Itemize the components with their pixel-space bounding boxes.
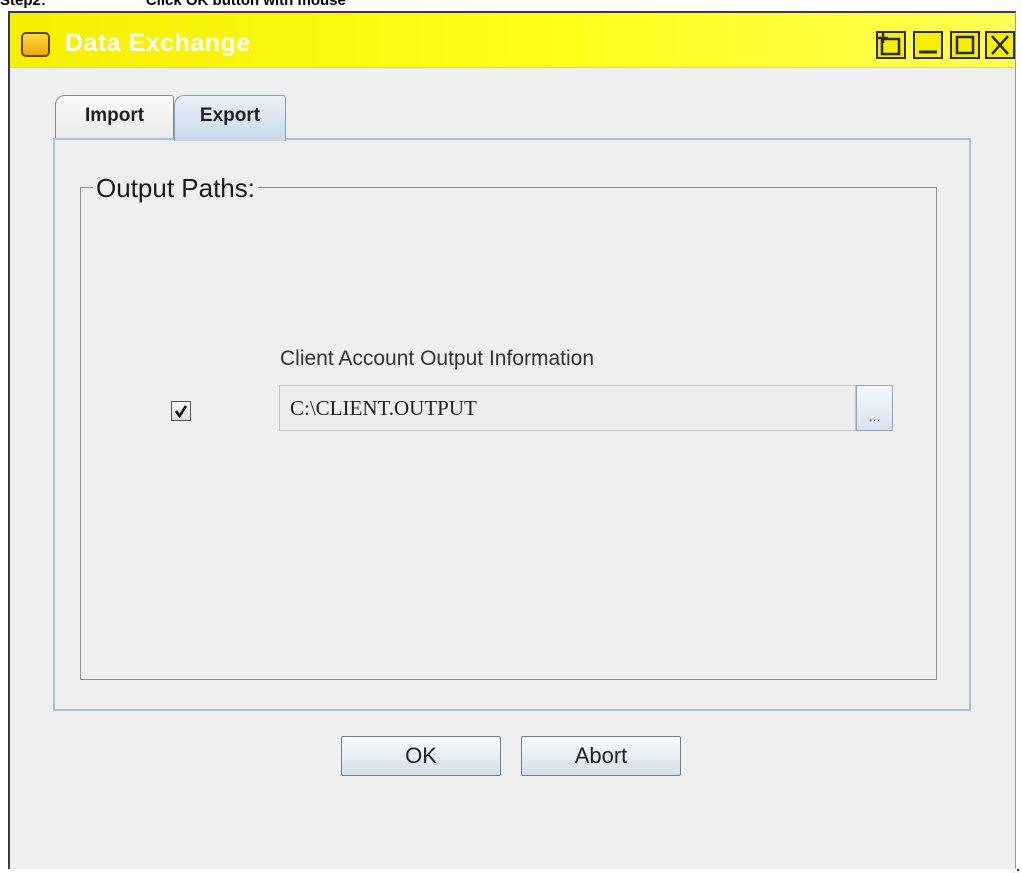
client-output-checkbox[interactable] — [171, 401, 191, 421]
maximize-button[interactable] — [950, 31, 980, 59]
resize-grip-icon[interactable] — [1012, 863, 1020, 873]
step-number: Step2: — [0, 0, 46, 8]
dock-icon — [878, 33, 904, 57]
client-account-output-label: Client Account Output Information — [280, 347, 595, 370]
browse-button[interactable]: ... — [856, 385, 893, 431]
tab-import[interactable]: Import — [55, 95, 174, 139]
ok-button[interactable]: OK — [341, 736, 501, 776]
checkmark-icon — [172, 402, 190, 420]
screenshot-root: Step2: Click OK button with mouse Data Ex… — [0, 0, 1022, 873]
tab-export[interactable]: Export — [174, 95, 286, 141]
app-icon — [21, 32, 50, 57]
maximize-icon — [952, 33, 978, 57]
output-paths-title: Output Paths: — [93, 172, 258, 204]
close-button[interactable] — [985, 31, 1015, 59]
minimize-icon — [915, 33, 941, 57]
step-instruction: Click OK button with mouse — [146, 0, 346, 8]
abort-button[interactable]: Abort — [521, 736, 681, 776]
minimize-button[interactable] — [913, 31, 943, 59]
step-caption: Step2: Click OK button with mouse — [0, 0, 346, 8]
output-paths-group — [80, 187, 937, 680]
client-output-path-field[interactable] — [279, 385, 856, 431]
title-bar[interactable]: Data Exchange — [10, 13, 1015, 68]
window-title: Data Exchange — [65, 29, 251, 57]
dock-button[interactable] — [876, 31, 906, 59]
close-icon — [987, 33, 1013, 57]
